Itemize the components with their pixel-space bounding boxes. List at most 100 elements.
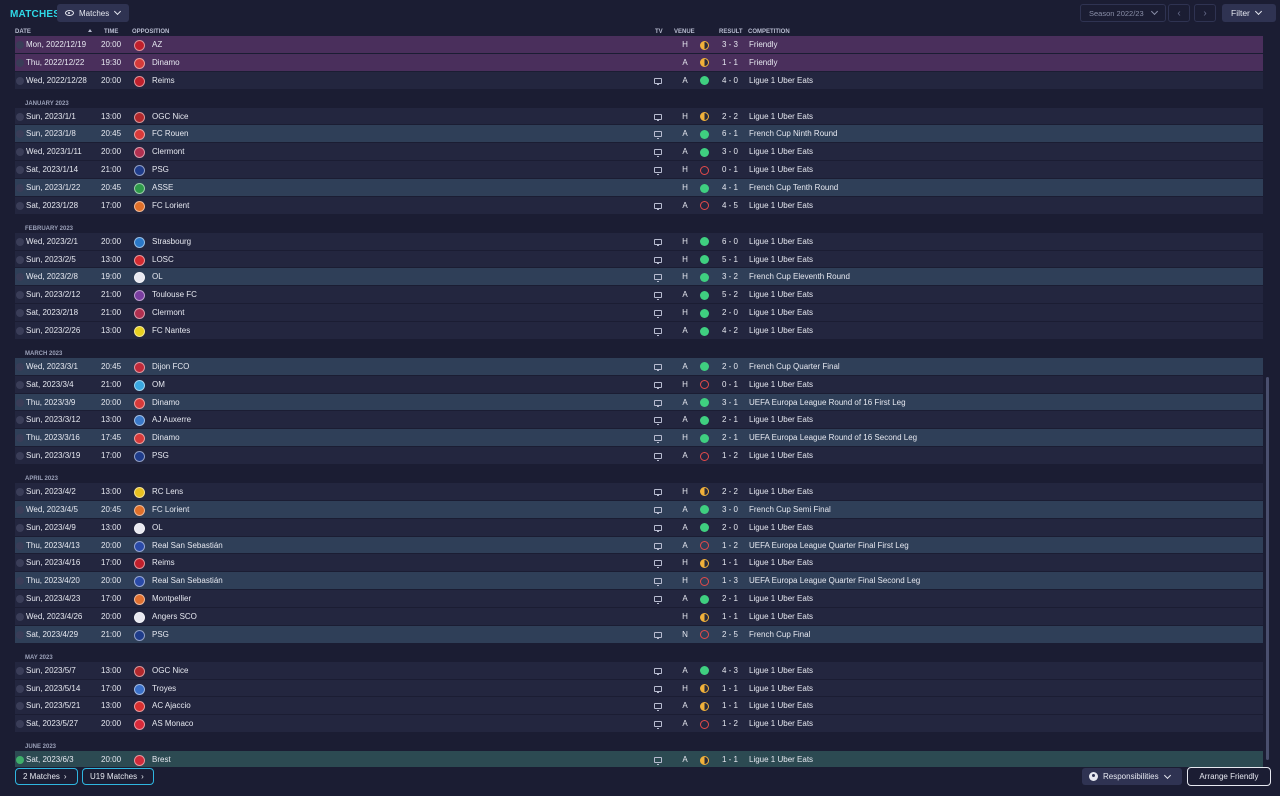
match-score[interactable]: 3 - 1 <box>719 394 741 412</box>
match-row[interactable]: Wed, 2023/1/11 20:00 Clermont A 3 - 0 Ligue 1… <box>15 143 1263 162</box>
match-row[interactable]: Wed, 2023/4/5 20:45 FC Lorient A 3 - 0 French… <box>15 500 1263 519</box>
match-row[interactable]: Wed, 2022/12/28 20:00 Reims A 4 - 0 Ligue 1 U… <box>15 71 1263 90</box>
opposition-name[interactable]: AC Ajaccio <box>152 697 191 715</box>
match-row[interactable]: Sun, 2023/4/16 17:00 Reims H 1 - 1 Ligue 1 Ub… <box>15 554 1263 573</box>
competition-name[interactable]: French Cup Semi Final <box>749 501 831 519</box>
match-row[interactable]: Thu, 2023/4/13 20:00 Real San Sebastián A 1 … <box>15 536 1263 555</box>
match-row[interactable]: Sun, 2023/2/5 13:00 LOSC H 5 - 1 Ligue 1 Uber… <box>15 250 1263 269</box>
match-row[interactable]: Wed, 2023/4/26 20:00 Angers SCO H 1 - 1 Ligue… <box>15 608 1263 626</box>
competition-name[interactable]: Friendly <box>749 54 777 72</box>
match-score[interactable]: 2 - 0 <box>719 358 741 376</box>
opposition-name[interactable]: Dinamo <box>152 54 180 72</box>
match-score[interactable]: 5 - 1 <box>719 251 741 269</box>
match-score[interactable]: 2 - 1 <box>719 590 741 608</box>
match-row[interactable]: Sat, 2023/2/18 21:00 Clermont H 2 - 0 Ligue 1… <box>15 304 1263 322</box>
competition-name[interactable]: Ligue 1 Uber Eats <box>749 680 813 698</box>
opposition-name[interactable]: OM <box>152 376 165 394</box>
match-score[interactable]: 6 - 0 <box>719 233 741 251</box>
match-score[interactable]: 1 - 3 <box>719 572 741 590</box>
column-date[interactable]: DATE <box>15 29 31 35</box>
opposition-name[interactable]: AS Monaco <box>152 715 193 733</box>
opposition-name[interactable]: OL <box>152 519 163 537</box>
match-row[interactable]: Sat, 2023/1/14 21:00 PSG H 0 - 1 Ligue 1 Uber… <box>15 161 1263 179</box>
filter-button[interactable]: Filter <box>1222 4 1276 22</box>
scrollbar[interactable] <box>1266 377 1269 760</box>
opposition-name[interactable]: OGC Nice <box>152 662 188 680</box>
match-score[interactable]: 4 - 1 <box>719 179 741 197</box>
competition-name[interactable]: Ligue 1 Uber Eats <box>749 411 813 429</box>
u19-matches-button[interactable]: U19 Matches › <box>82 768 154 785</box>
competition-name[interactable]: Ligue 1 Uber Eats <box>749 715 813 733</box>
match-row[interactable]: Sun, 2023/5/21 13:00 AC Ajaccio A 1 - 1 Ligue… <box>15 697 1263 716</box>
opposition-name[interactable]: Strasbourg <box>152 233 191 251</box>
match-row[interactable]: Sun, 2023/5/7 13:00 OGC Nice A 4 - 3 Ligue 1 … <box>15 661 1263 680</box>
match-row[interactable]: Sun, 2023/4/23 17:00 Montpellier A 2 - 1 Ligu… <box>15 590 1263 608</box>
column-competition[interactable]: COMPETITION <box>748 29 790 35</box>
competition-name[interactable]: Ligue 1 Uber Eats <box>749 286 813 304</box>
column-opposition[interactable]: OPPOSITION <box>132 29 169 35</box>
match-row[interactable]: Sun, 2023/5/14 17:00 Troyes H 1 - 1 Ligue 1 U… <box>15 679 1263 698</box>
competition-name[interactable]: French Cup Ninth Round <box>749 125 838 143</box>
competition-name[interactable]: Ligue 1 Uber Eats <box>749 251 813 269</box>
match-row[interactable]: Sun, 2023/1/22 20:45 ASSE H 4 - 1 French Cup … <box>15 179 1263 197</box>
competition-name[interactable]: UEFA Europa League Quarter Final First L… <box>749 537 909 555</box>
arrange-friendly-button[interactable]: Arrange Friendly <box>1187 767 1271 786</box>
match-score[interactable]: 1 - 2 <box>719 537 741 555</box>
match-score[interactable]: 5 - 2 <box>719 286 741 304</box>
opposition-name[interactable]: Dijon FCO <box>152 358 189 376</box>
match-row[interactable]: Wed, 2023/2/8 19:00 OL H 3 - 2 French Cup Ele… <box>15 268 1263 287</box>
opposition-name[interactable]: Real San Sebastián <box>152 537 223 555</box>
competition-name[interactable]: Ligue 1 Uber Eats <box>749 447 813 465</box>
match-row[interactable]: Sat, 2023/3/4 21:00 OM H 0 - 1 Ligue 1 Uber E… <box>15 375 1263 394</box>
opposition-name[interactable]: ASSE <box>152 179 173 197</box>
opposition-name[interactable]: FC Lorient <box>152 501 189 519</box>
previous-season-button[interactable]: ‹ <box>1168 4 1190 22</box>
competition-name[interactable]: UEFA Europa League Round of 16 Second Le… <box>749 429 917 447</box>
match-row[interactable]: Wed, 2023/3/1 20:45 Dijon FCO A 2 - 0 French … <box>15 357 1263 376</box>
match-score[interactable]: 0 - 1 <box>719 376 741 394</box>
match-row[interactable]: Thu, 2022/12/22 19:30 Dinamo A 1 - 1 Friendly <box>15 53 1263 72</box>
match-score[interactable]: 1 - 1 <box>719 697 741 715</box>
match-score[interactable]: 1 - 1 <box>719 680 741 698</box>
opposition-name[interactable]: Reims <box>152 554 175 572</box>
competition-name[interactable]: Ligue 1 Uber Eats <box>749 519 813 537</box>
opposition-name[interactable]: Real San Sebastián <box>152 572 223 590</box>
match-row[interactable]: Thu, 2023/4/20 20:00 Real San Sebastián H 1 … <box>15 572 1263 591</box>
opposition-name[interactable]: Toulouse FC <box>152 286 197 304</box>
opposition-name[interactable]: OGC Nice <box>152 108 188 126</box>
column-venue[interactable]: VENUE <box>674 29 695 35</box>
competition-name[interactable]: Ligue 1 Uber Eats <box>749 197 813 215</box>
opposition-name[interactable]: Brest <box>152 751 171 767</box>
match-row[interactable]: Sun, 2023/3/19 17:00 PSG A 1 - 2 Ligue 1 Uber… <box>15 447 1263 465</box>
opposition-name[interactable]: OL <box>152 268 163 286</box>
match-row[interactable]: Sun, 2023/1/8 20:45 FC Rouen A 6 - 1 French C… <box>15 125 1263 144</box>
competition-name[interactable]: Ligue 1 Uber Eats <box>749 376 813 394</box>
opposition-name[interactable]: PSG <box>152 447 169 465</box>
match-score[interactable]: 1 - 1 <box>719 608 741 626</box>
competition-name[interactable]: Ligue 1 Uber Eats <box>749 304 813 322</box>
opposition-name[interactable]: Angers SCO <box>152 608 197 626</box>
match-score[interactable]: 2 - 1 <box>719 411 741 429</box>
matches-count-button[interactable]: 2 Matches › <box>15 768 78 785</box>
match-row[interactable]: Mon, 2022/12/19 20:00 AZ H 3 - 3 Friendly <box>15 36 1263 54</box>
opposition-name[interactable]: FC Rouen <box>152 125 188 143</box>
match-row[interactable]: Wed, 2023/2/1 20:00 Strasbourg H 6 - 0 Ligue … <box>15 232 1263 251</box>
opposition-name[interactable]: PSG <box>152 626 169 644</box>
match-row[interactable]: Sat, 2023/1/28 17:00 FC Lorient A 4 - 5 Ligue… <box>15 196 1263 215</box>
opposition-name[interactable]: Montpellier <box>152 590 191 608</box>
match-score[interactable]: 4 - 3 <box>719 662 741 680</box>
opposition-name[interactable]: AZ <box>152 36 162 54</box>
competition-name[interactable]: Ligue 1 Uber Eats <box>749 608 813 626</box>
competition-name[interactable]: French Cup Eleventh Round <box>749 268 850 286</box>
responsibilities-button[interactable]: Responsibilities <box>1082 768 1182 785</box>
match-score[interactable]: 1 - 2 <box>719 715 741 733</box>
opposition-name[interactable]: AJ Auxerre <box>152 411 191 429</box>
competition-name[interactable]: Ligue 1 Uber Eats <box>749 483 813 501</box>
opposition-name[interactable]: PSG <box>152 161 169 179</box>
season-selector[interactable]: Season 2022/23 <box>1080 4 1166 22</box>
match-score[interactable]: 2 - 2 <box>719 483 741 501</box>
match-score[interactable]: 1 - 1 <box>719 751 741 767</box>
column-tv[interactable]: TV <box>655 29 663 35</box>
match-row[interactable]: Sat, 2023/5/27 20:00 AS Monaco A 1 - 2 Ligue … <box>15 715 1263 734</box>
next-season-button[interactable]: › <box>1194 4 1216 22</box>
